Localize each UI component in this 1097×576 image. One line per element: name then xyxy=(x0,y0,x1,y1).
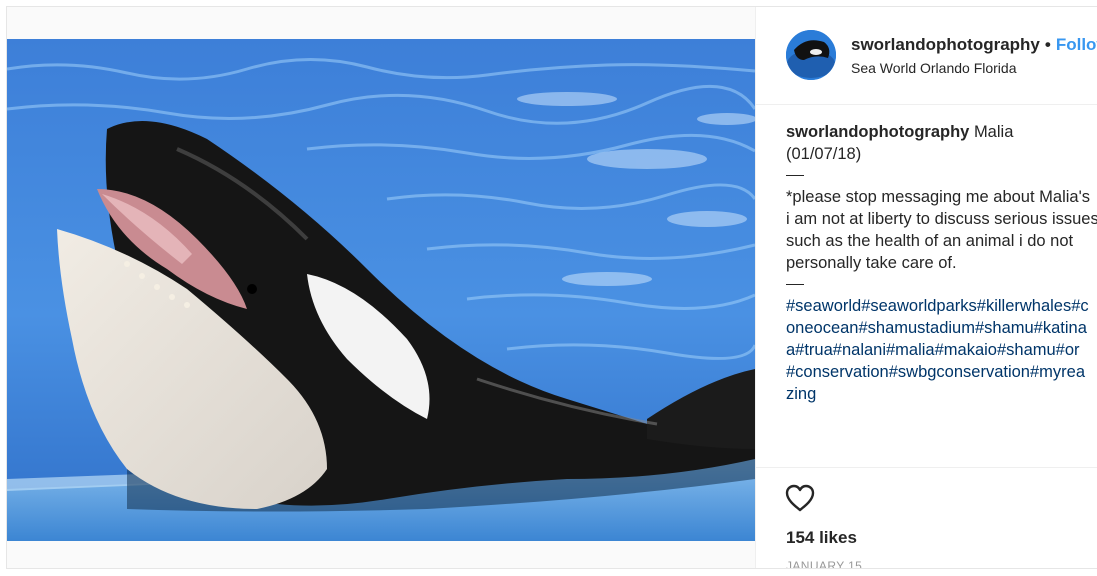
header-username[interactable]: sworlandophotography xyxy=(851,35,1040,54)
hashtag-line[interactable]: #seaworld#seaworldparks#killerwhales#c xyxy=(786,295,1097,317)
post-media xyxy=(7,7,755,568)
caption-username[interactable]: sworlandophotography xyxy=(786,123,969,141)
avatar[interactable] xyxy=(786,30,836,80)
caption-divider xyxy=(786,284,804,285)
caption-title: Malia xyxy=(973,123,1014,141)
header-username-row: sworlandophotography• Follow xyxy=(851,35,1097,55)
post-caption: sworlandophotography Malia (01/07/18) *p… xyxy=(786,121,1097,405)
caption-body-line: such as the health of an animal i do not xyxy=(786,232,1074,250)
post-modal: sworlandophotography•Follow Sea World Or… xyxy=(6,6,1097,569)
post-header: sworlandophotography• Follow Sea World Or… xyxy=(756,7,1097,105)
header-separator: • xyxy=(1044,35,1051,54)
hashtag-line[interactable]: #conservation#swbgconservation#myrea xyxy=(786,361,1097,383)
hashtag-line[interactable]: zing xyxy=(786,383,1097,405)
orca-photo xyxy=(7,39,755,541)
caption-body-line: personally take care of. xyxy=(786,254,957,272)
hashtag-line[interactable]: oneocean#shamustadium#shamu#katina xyxy=(786,317,1097,339)
caption-first-line: sworlandophotography Malia xyxy=(786,121,1097,143)
post-actions: 154 likes JANUARY 15 xyxy=(756,467,1097,569)
follow-button[interactable]: Follow xyxy=(1056,35,1097,54)
post-side-panel: sworlandophotography•Follow Sea World Or… xyxy=(755,7,1097,569)
caption-body-line: i am not at liberty to discuss serious i… xyxy=(786,210,1097,228)
heart-icon[interactable] xyxy=(784,483,816,513)
location-link[interactable]: Sea World Orlando Florida xyxy=(851,60,1016,76)
hashtag-line[interactable]: a#trua#nalani#malia#makaio#shamu#or xyxy=(786,339,1097,361)
caption-body-line: *please stop messaging me about Malia's xyxy=(786,188,1090,206)
post-photo[interactable] xyxy=(7,39,755,541)
avatar-image xyxy=(786,30,836,80)
likes-count[interactable]: 154 likes xyxy=(786,528,857,548)
post-date: JANUARY 15 xyxy=(786,559,863,569)
caption-date: (01/07/18) xyxy=(786,145,862,163)
caption-divider xyxy=(786,175,804,176)
